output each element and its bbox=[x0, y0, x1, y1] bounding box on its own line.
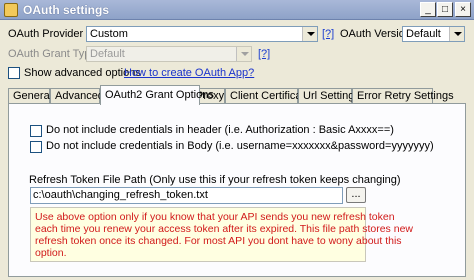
chevron-down-icon[interactable] bbox=[449, 27, 464, 41]
grant-type-label: OAuth Grant Type bbox=[8, 48, 97, 60]
show-advanced-checkbox[interactable] bbox=[8, 67, 20, 79]
grant-type-help-link[interactable]: [?] bbox=[258, 48, 270, 60]
version-select[interactable]: Default bbox=[402, 26, 465, 42]
chevron-down-icon[interactable] bbox=[302, 27, 317, 41]
info-line: Use above option only if you know that y… bbox=[35, 211, 395, 223]
grant-type-select: Default bbox=[86, 46, 252, 62]
window-title: OAuth settings bbox=[23, 3, 109, 17]
refresh-token-path-input[interactable] bbox=[33, 189, 340, 201]
app-icon bbox=[4, 3, 18, 17]
no-credentials-header-checkbox[interactable] bbox=[30, 125, 42, 137]
refresh-token-path-field[interactable] bbox=[30, 187, 343, 204]
no-credentials-header-label: Do not include credentials in header (i.… bbox=[46, 124, 394, 136]
provider-label: OAuth Provider bbox=[8, 28, 84, 40]
info-line: each time you renew your access token af… bbox=[35, 223, 413, 235]
tab-url-settings[interactable]: Url Settings bbox=[298, 88, 360, 104]
version-label: OAuth Version bbox=[340, 28, 411, 40]
create-oauth-app-link[interactable]: How to create OAuth App? bbox=[124, 67, 254, 79]
provider-select[interactable]: Custom bbox=[86, 26, 318, 42]
maximize-button[interactable]: □ bbox=[437, 2, 453, 17]
grant-type-value: Default bbox=[90, 48, 125, 60]
refresh-token-path-label: Refresh Token File Path (Only use this i… bbox=[29, 174, 401, 186]
browse-button[interactable]: ... bbox=[346, 187, 366, 203]
tab-advanced[interactable]: Advanced bbox=[50, 88, 104, 104]
info-line: option. bbox=[35, 247, 67, 259]
close-button[interactable]: × bbox=[455, 2, 471, 17]
title-bar: OAuth settings _ □ × bbox=[0, 0, 474, 20]
provider-value: Custom bbox=[90, 28, 128, 40]
minimize-button[interactable]: _ bbox=[420, 2, 436, 17]
tab-error-retry-settings[interactable]: Error Retry Settings bbox=[352, 88, 454, 104]
provider-help-link[interactable]: [?] bbox=[322, 28, 334, 40]
no-credentials-body-checkbox[interactable] bbox=[30, 141, 42, 153]
chevron-down-icon bbox=[236, 47, 251, 61]
tab-client-certificate[interactable]: Client Certificate bbox=[225, 88, 311, 104]
tab-general[interactable]: General bbox=[8, 88, 52, 104]
oauth2-grant-options-panel: Do not include credentials in header (i.… bbox=[8, 103, 466, 277]
refresh-token-info-box: Use above option only if you know that y… bbox=[30, 207, 413, 262]
tab-oauth2-grant-options[interactable]: OAuth2 Grant Options bbox=[100, 85, 214, 105]
version-value: Default bbox=[406, 28, 441, 40]
info-line: refresh token once its changed. For most… bbox=[35, 235, 402, 247]
no-credentials-body-label: Do not include credentials in Body (i.e.… bbox=[46, 140, 434, 152]
